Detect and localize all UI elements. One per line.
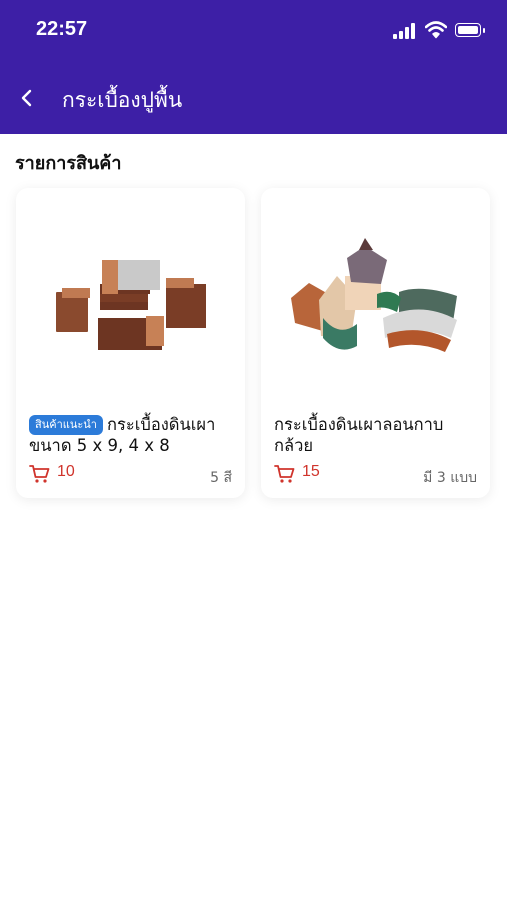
status-time: 22:57 bbox=[36, 18, 88, 40]
app-header: 22:57 กระเบื้องปูพื้น bbox=[0, 0, 507, 134]
wifi-icon bbox=[425, 21, 447, 39]
product-image bbox=[291, 238, 457, 352]
cart-count: 15 bbox=[302, 463, 320, 480]
product-name: สินค้าแนะนำ กระเบื้องดินเผาขนาด 5 x 9, 4 … bbox=[29, 414, 235, 456]
page-title: กระเบื้องปูพื้น bbox=[62, 88, 183, 112]
variant-info: มี 3 แบบ bbox=[423, 470, 477, 486]
cellular-signal-icon bbox=[393, 23, 417, 39]
recommended-badge: สินค้าแนะนำ bbox=[29, 415, 103, 435]
product-image bbox=[56, 260, 206, 350]
chevron-left-icon[interactable] bbox=[14, 84, 42, 112]
product-name: กระเบื้องดินเผาลอนกาบกล้วย bbox=[274, 415, 444, 455]
cart-icon bbox=[274, 465, 295, 483]
navigation-bar: กระเบื้องปูพื้น bbox=[0, 62, 507, 134]
cart-icon bbox=[29, 465, 50, 483]
battery-icon bbox=[455, 23, 481, 37]
status-icons bbox=[393, 20, 487, 42]
cart-count: 10 bbox=[57, 463, 75, 480]
product-card[interactable]: กระเบื้องดินเผาลอนกาบกล้วย 15 มี 3 แบบ bbox=[261, 188, 490, 498]
status-bar: 22:57 bbox=[0, 0, 507, 62]
variant-info: 5 สี bbox=[210, 470, 232, 486]
product-card[interactable]: สินค้าแนะนำ กระเบื้องดินเผาขนาด 5 x 9, 4 … bbox=[16, 188, 245, 498]
section-title: รายการสินค้า bbox=[15, 153, 122, 174]
